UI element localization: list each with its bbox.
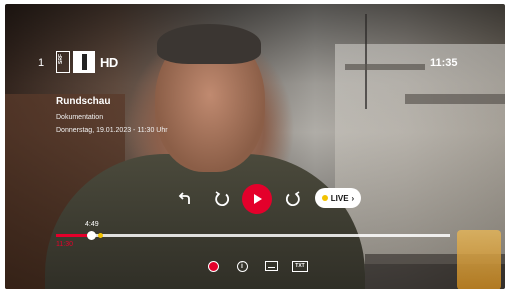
live-label: LIVE	[330, 193, 349, 203]
current-time: 4:49	[85, 221, 99, 228]
background-pendant	[365, 14, 367, 109]
program-genre: Dokumentation	[56, 114, 104, 121]
hd-label: HD	[100, 54, 118, 70]
person-hair	[157, 24, 261, 64]
info-button[interactable]: i	[234, 258, 250, 274]
play-button[interactable]	[242, 184, 272, 214]
forward-icon[interactable]	[282, 186, 304, 212]
program-airdate: Donnerstag, 19.01.2023 - 11:30 Uhr	[56, 127, 168, 134]
background-shelf	[345, 64, 425, 70]
teletext-label: TXT	[292, 260, 308, 272]
channel-one-icon	[73, 51, 95, 73]
progress-fill	[56, 234, 92, 237]
live-dot-icon	[321, 195, 328, 201]
progress-bar[interactable]	[56, 231, 450, 240]
record-icon	[207, 260, 219, 272]
live-button[interactable]: LIVE ›	[315, 188, 361, 208]
back-arrow-icon[interactable]	[175, 186, 195, 212]
srf-logo-icon: SRF	[56, 51, 70, 73]
rewind-icon[interactable]	[211, 186, 233, 212]
teletext-button[interactable]: TXT	[291, 258, 309, 274]
chevron-right-icon: ›	[351, 193, 355, 203]
start-time: 11:30	[56, 241, 73, 248]
subtitles-button[interactable]	[263, 258, 279, 274]
info-icon: i	[236, 260, 248, 272]
play-icon	[254, 194, 262, 204]
program-title: Rundschau	[56, 96, 111, 107]
channel-number: 1	[38, 57, 45, 69]
record-button[interactable]	[205, 258, 221, 274]
video-frame	[5, 4, 505, 289]
subtitles-icon	[264, 261, 278, 271]
channel-logo: SRF HD	[56, 51, 118, 73]
background-glass	[457, 230, 501, 289]
background-fixture	[405, 94, 505, 104]
clock: 11:35	[430, 57, 458, 69]
